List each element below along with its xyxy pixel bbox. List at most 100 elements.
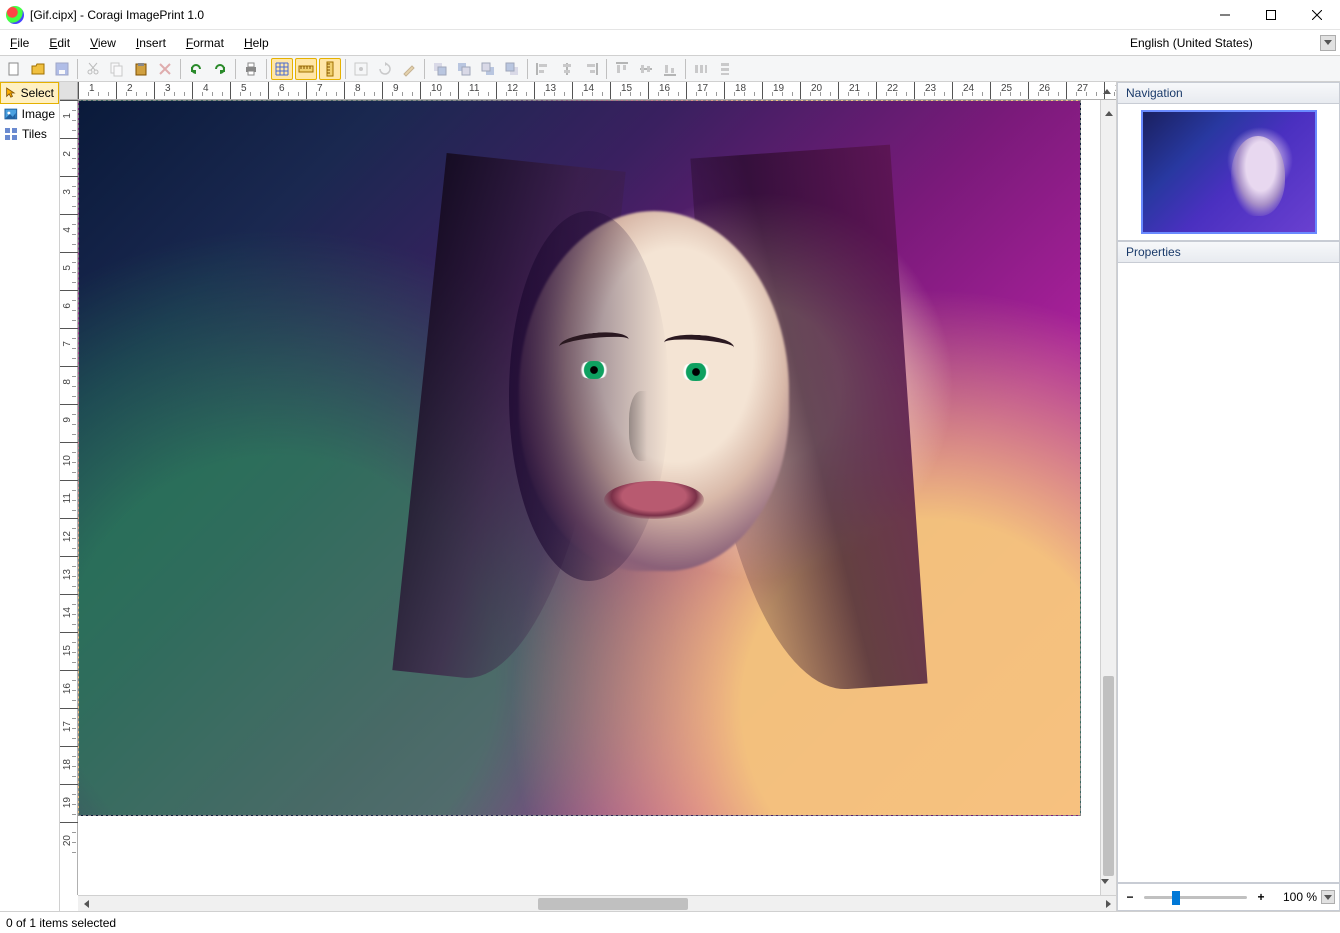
toolbar-rotate-button	[374, 58, 396, 80]
properties-panel	[1117, 263, 1340, 883]
toolbar-distribute-h-button	[690, 58, 712, 80]
print-icon	[243, 61, 259, 77]
tool-image[interactable]: Image	[0, 104, 59, 124]
ruler-v-tick: 10	[60, 442, 78, 480]
zoom-slider[interactable]	[1142, 889, 1249, 905]
window-title: [Gif.cipx] - Coragi ImagePrint 1.0	[30, 8, 204, 22]
toolbar-snap-button	[350, 58, 372, 80]
maximize-button[interactable]	[1248, 0, 1294, 30]
navigation-header[interactable]: Navigation	[1117, 82, 1340, 104]
zoom-dropdown-icon[interactable]	[1321, 890, 1335, 904]
new-icon	[6, 61, 22, 77]
ruler-v-tick: 17	[60, 708, 78, 746]
toolbar-paste-button[interactable]	[130, 58, 152, 80]
navigation-thumbnail[interactable]	[1141, 110, 1317, 234]
language-dropdown-icon	[1320, 35, 1336, 51]
toolbar-align-left-button	[532, 58, 554, 80]
ruler-h-tick: 9	[382, 82, 420, 99]
menu-insert[interactable]: Insert	[126, 30, 176, 55]
toolbar-send-back-button	[429, 58, 451, 80]
vertical-scrollbar[interactable]	[1100, 100, 1116, 895]
ruler-v-icon	[322, 61, 338, 77]
ruler-v-tick: 7	[60, 328, 78, 366]
toolbar-print-button[interactable]	[240, 58, 262, 80]
cut-icon	[85, 61, 101, 77]
toolbar-new-button[interactable]	[3, 58, 25, 80]
scroll-left-icon[interactable]	[78, 896, 94, 912]
vscroll-thumb[interactable]	[1103, 676, 1114, 876]
right-panel: Navigation Properties − + 100 %	[1116, 82, 1340, 911]
ruler-v-tick: 19	[60, 784, 78, 822]
draw-icon	[401, 61, 417, 77]
tool-select[interactable]: Select	[0, 82, 59, 104]
toolbar-align-right-button	[580, 58, 602, 80]
align-left-icon	[535, 61, 551, 77]
menu-bar: File Edit View Insert Format Help Englis…	[0, 30, 1340, 56]
ruler-h-tick: 16	[648, 82, 686, 99]
ruler-h-tick: 2	[116, 82, 154, 99]
toolbar-ruler-v-button[interactable]	[319, 58, 341, 80]
ruler-h-tick: 10	[420, 82, 458, 99]
ruler-v-tick: 13	[60, 556, 78, 594]
toolbar-delete-button	[154, 58, 176, 80]
face-illustration	[459, 171, 879, 771]
toolbar-redo-button[interactable]	[209, 58, 231, 80]
ruler-v-tick: 2	[60, 138, 78, 176]
minimize-button[interactable]	[1202, 0, 1248, 30]
ruler-vertical[interactable]: 1234567891011121314151617181920	[60, 100, 78, 895]
align-bottom-icon	[662, 61, 678, 77]
toolbar-grid-button[interactable]	[271, 58, 293, 80]
ruler-horizontal[interactable]: 1234567891011121314151617181920212223242…	[78, 82, 1116, 100]
ruler-h-tick: 8	[344, 82, 382, 99]
scroll-right-icon[interactable]	[1100, 896, 1116, 912]
ruler-h-tick: 1	[78, 82, 116, 99]
align-top-icon	[614, 61, 630, 77]
ruler-h-tick: 22	[876, 82, 914, 99]
ruler-v-tick: 15	[60, 632, 78, 670]
paste-icon	[133, 61, 149, 77]
menu-view[interactable]: View	[80, 30, 126, 55]
toolbar-cut-button	[82, 58, 104, 80]
ruler-v-tick: 20	[60, 822, 78, 860]
toolbar-distribute-v-button	[714, 58, 736, 80]
zoom-slider-thumb[interactable]	[1172, 891, 1180, 905]
toolbar-align-middle-button	[635, 58, 657, 80]
menu-format[interactable]: Format	[176, 30, 234, 55]
menu-file[interactable]: File	[0, 30, 39, 55]
toolbar-bring-front-button	[501, 58, 523, 80]
language-selector[interactable]: English (United States)	[1130, 30, 1340, 55]
toolbar-bring-forward-button	[477, 58, 499, 80]
zoom-out-button[interactable]: −	[1122, 889, 1138, 905]
toolbar-open-button[interactable]	[27, 58, 49, 80]
canvas[interactable]	[78, 100, 1116, 895]
ruler-v-tick: 18	[60, 746, 78, 784]
toolbar-ruler-h-button[interactable]	[295, 58, 317, 80]
zoom-in-button[interactable]: +	[1253, 889, 1269, 905]
send-back-icon	[432, 61, 448, 77]
ruler-v-tick: 6	[60, 290, 78, 328]
close-button[interactable]	[1294, 0, 1340, 30]
ruler-corner	[60, 82, 78, 100]
ruler-v-tick: 14	[60, 594, 78, 632]
ruler-h-tick: 3	[154, 82, 192, 99]
ruler-h-tick: 11	[458, 82, 496, 99]
ruler-h-scroll-up[interactable]	[1098, 82, 1116, 100]
toolbar-undo-button[interactable]	[185, 58, 207, 80]
ruler-h-tick: 13	[534, 82, 572, 99]
tool-select-label: Select	[21, 86, 54, 100]
toolbar-save-button	[51, 58, 73, 80]
horizontal-scrollbar[interactable]	[78, 895, 1116, 911]
hscroll-thumb[interactable]	[538, 898, 688, 910]
menu-edit[interactable]: Edit	[39, 30, 80, 55]
ruler-h-tick: 20	[800, 82, 838, 99]
tool-tiles[interactable]: Tiles	[0, 124, 59, 144]
image-object[interactable]	[78, 100, 1081, 816]
tool-image-label: Image	[22, 107, 55, 121]
ruler-v-tick: 9	[60, 404, 78, 442]
ruler-h-tick: 12	[496, 82, 534, 99]
scroll-up-icon[interactable]	[1101, 100, 1116, 116]
menu-help[interactable]: Help	[234, 30, 279, 55]
scroll-down-icon[interactable]	[1101, 879, 1116, 895]
ruler-v-tick: 16	[60, 670, 78, 708]
properties-header[interactable]: Properties	[1117, 241, 1340, 263]
